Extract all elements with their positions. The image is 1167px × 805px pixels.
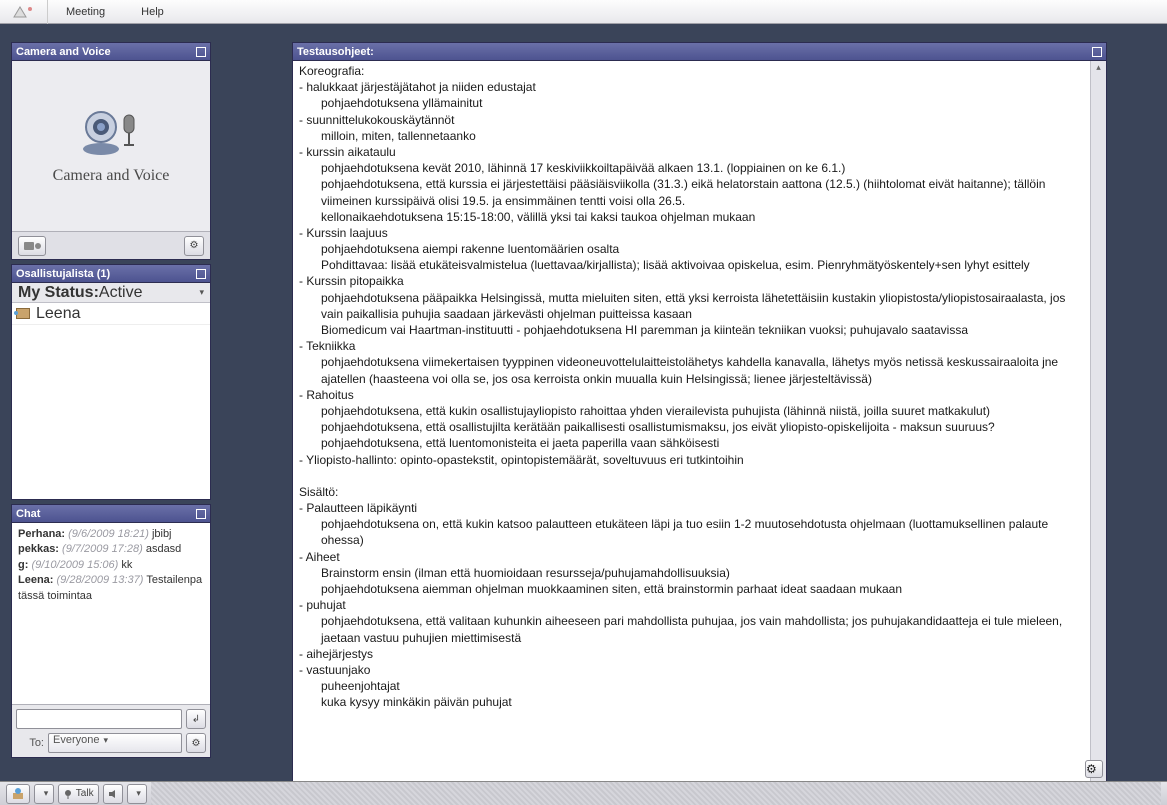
chat-messages[interactable]: Perhana: (9/6/2009 18:21) jbibjpekkas: (…	[12, 523, 210, 704]
camera-icon-area	[76, 107, 146, 157]
notes-line: Biomedicum vai Haartman-instituutti - po…	[299, 322, 1082, 338]
notes-line: pohjaehdotuksena pääpaikka Helsingissä, …	[299, 290, 1082, 322]
camera-panel-header[interactable]: Camera and Voice	[12, 43, 210, 61]
chat-input[interactable]	[16, 709, 182, 729]
chat-panel: Chat Perhana: (9/6/2009 18:21) jbibjpekk…	[11, 504, 211, 758]
chat-line: Perhana: (9/6/2009 18:21) jbibj	[18, 527, 204, 542]
status-text: My Status:Active	[18, 284, 142, 302]
chat-settings-button[interactable]: ⚙	[186, 733, 206, 753]
notes-line: pohjaehdotuksena aiempi rakenne luentomä…	[299, 241, 1082, 257]
notes-line: pohjaehdotuksena, että kukin osallistuja…	[299, 403, 1082, 419]
bottombar-spacer	[151, 782, 1161, 805]
camera-panel-title: Camera and Voice	[16, 46, 111, 58]
notes-line: pohjaehdotuksena aiemman ohjelman muokka…	[299, 581, 1082, 597]
panel-toggle-icon[interactable]	[1092, 47, 1102, 57]
notes-line: Koreografia:	[299, 63, 1082, 79]
notes-line: - Yliopisto-hallinto: opinto-opastekstit…	[299, 452, 1082, 468]
notes-line: - puhujat	[299, 597, 1082, 613]
participants-panel: Osallistujalista (1) My Status:Active ▾ …	[11, 264, 211, 500]
menubar: Meeting Help	[0, 0, 1167, 24]
participant-row[interactable]: Leena	[12, 303, 210, 325]
notes-line: - kurssin aikataulu	[299, 144, 1082, 160]
bottombar: Talk	[0, 781, 1167, 805]
notes-line: pohjaehdotuksena viimekertaisen tyyppine…	[299, 354, 1082, 386]
raise-hand-button[interactable]	[6, 784, 30, 804]
menu-meeting[interactable]: Meeting	[48, 0, 123, 23]
notes-line: Sisältö:	[299, 484, 1082, 500]
participants-header[interactable]: Osallistujalista (1)	[12, 265, 210, 283]
chat-send-button[interactable]: ↲	[186, 709, 206, 729]
app-logo	[0, 0, 48, 24]
notes-line: pohjaehdotuksena, että luentomonisteita …	[299, 435, 1082, 451]
camera-body: Camera and Voice	[12, 61, 210, 231]
panel-toggle-icon[interactable]	[196, 509, 206, 519]
notes-line: pohjaehdotuksena, että valitaan kuhunkin…	[299, 613, 1082, 645]
notes-line: - vastuunjako	[299, 662, 1082, 678]
notes-header[interactable]: Testausohjeet:	[293, 43, 1106, 61]
chat-title: Chat	[16, 508, 40, 520]
notes-panel: Testausohjeet: Koreografia:- halukkaat j…	[292, 42, 1107, 782]
chat-input-area: ↲ To: Everyone ⚙	[12, 704, 210, 757]
panel-toggle-icon[interactable]	[196, 47, 206, 57]
camera-footer: ⚙	[12, 231, 210, 259]
notes-line: - Kurssin pitopaikka	[299, 273, 1082, 289]
notes-line: - Aiheet	[299, 549, 1082, 565]
notes-scrollbar[interactable]	[1090, 61, 1106, 781]
notes-title: Testausohjeet:	[297, 46, 374, 58]
menu-help[interactable]: Help	[123, 0, 182, 23]
notes-line: pohjaehdotuksena on, että kukin katsoo p…	[299, 516, 1082, 548]
participants-title: Osallistujalista (1)	[16, 268, 110, 280]
talk-button[interactable]: Talk	[58, 784, 99, 804]
participant-icon	[16, 308, 30, 319]
camera-voice-panel: Camera and Voice Camera and Voice	[11, 42, 211, 260]
notes-options-button[interactable]: ⚙	[1085, 760, 1103, 778]
chat-line: g: (9/10/2009 15:06) kk	[18, 558, 204, 573]
notes-line: pohjaehdotuksena kevät 2010, lähinnä 17 …	[299, 160, 1082, 176]
notes-line: - Palautteen läpikäynti	[299, 500, 1082, 516]
panel-toggle-icon[interactable]	[196, 269, 206, 279]
notes-content[interactable]: Koreografia:- halukkaat järjestäjätahot …	[293, 61, 1106, 781]
notes-line: - Rahoitus	[299, 387, 1082, 403]
notes-line: puheenjohtajat	[299, 678, 1082, 694]
status-dropdown-icon[interactable]: ▾	[199, 287, 204, 298]
notes-line: kellonaikaehdotuksena 15:15-18:00, välil…	[299, 209, 1082, 225]
status-dropdown-button[interactable]	[34, 784, 54, 804]
chat-to-label: To:	[16, 737, 44, 749]
my-status-row[interactable]: My Status:Active ▾	[12, 283, 210, 303]
notes-line: pohjaehdotuksena, että osallistujilta ke…	[299, 419, 1082, 435]
chat-header[interactable]: Chat	[12, 505, 210, 523]
participant-name: Leena	[36, 305, 81, 323]
notes-line: Pohdittavaa: lisää etukäteisvalmistelua …	[299, 257, 1082, 273]
notes-line: pohjaehdotuksena yllämainitut	[299, 95, 1082, 111]
notes-line: - Tekniikka	[299, 338, 1082, 354]
notes-line: - Kurssin laajuus	[299, 225, 1082, 241]
camera-settings-button[interactable]: ⚙	[184, 236, 204, 256]
notes-line: - aihejärjestys	[299, 646, 1082, 662]
chat-line: pekkas: (9/7/2009 17:28) asdasd	[18, 542, 204, 557]
notes-line: pohjaehdotuksena, että kurssia ei järjes…	[299, 176, 1082, 208]
notes-line: kuka kysyy minkäkin päivän puhujat	[299, 694, 1082, 710]
notes-line	[299, 468, 1082, 484]
volume-dropdown-button[interactable]	[127, 784, 147, 804]
participants-list: Leena	[12, 303, 210, 499]
chat-recipient-select[interactable]: Everyone	[48, 733, 182, 753]
notes-line: - suunnittelukokouskäytännöt	[299, 112, 1082, 128]
start-camera-button[interactable]	[18, 236, 46, 256]
notes-line: - halukkaat järjestäjätahot ja niiden ed…	[299, 79, 1082, 95]
notes-line: milloin, miten, tallennetaanko	[299, 128, 1082, 144]
mute-button[interactable]	[103, 784, 123, 804]
camera-body-label: Camera and Voice	[53, 167, 170, 185]
notes-line: Brainstorm ensin (ilman että huomioidaan…	[299, 565, 1082, 581]
chat-line: Leena: (9/28/2009 13:37) Testailenpa täs…	[18, 573, 204, 604]
